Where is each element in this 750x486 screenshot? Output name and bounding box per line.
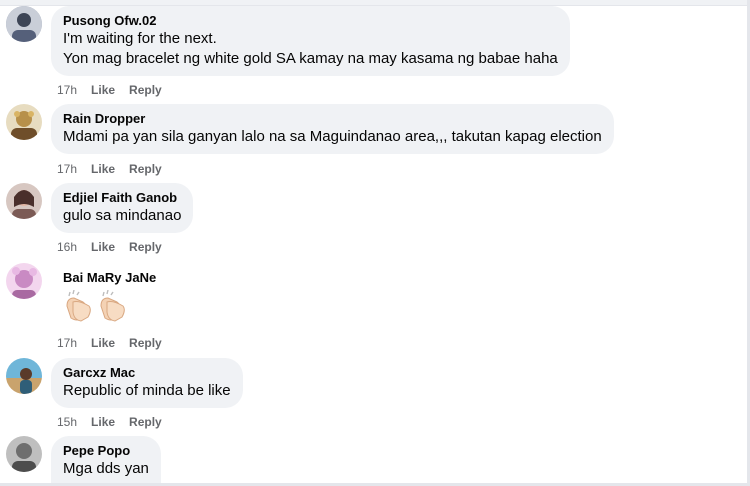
comment-text: Yon mag bracelet ng white gold SA kamay …	[63, 50, 558, 67]
commenter-name[interactable]: Bai MaRy JaNe	[63, 269, 156, 286]
reply-button[interactable]: Reply	[129, 415, 162, 429]
reply-button[interactable]: Reply	[129, 240, 162, 254]
comment-text: Republic of minda be like	[63, 382, 231, 399]
avatar[interactable]	[6, 263, 42, 299]
like-button[interactable]: Like	[91, 83, 115, 97]
comment-time[interactable]: 15h	[57, 415, 77, 429]
clapping-hands-icon	[66, 290, 91, 322]
user-avatar-icon	[6, 183, 42, 219]
commenter-name[interactable]: Rain Dropper	[63, 110, 602, 127]
reply-button[interactable]: Reply	[129, 336, 162, 350]
comment-actions: 15h Like Reply	[57, 415, 176, 429]
reply-button[interactable]: Reply	[129, 162, 162, 176]
comment-bubble: Edjiel Faith Ganob gulo sa mindanao	[51, 183, 194, 233]
avatar[interactable]	[6, 358, 42, 394]
clapping-hands-icon	[100, 290, 125, 322]
user-avatar-icon	[6, 263, 42, 299]
comment-bubble: Garcxz Mac Republic of minda be like	[51, 358, 243, 408]
commenter-name[interactable]: Pepe Popo	[63, 442, 149, 459]
comment-time[interactable]: 17h	[57, 336, 77, 350]
user-avatar-icon	[6, 104, 42, 140]
user-avatar-icon	[6, 6, 42, 42]
comment-time[interactable]: 17h	[57, 162, 77, 176]
comment-text: gulo sa mindanao	[63, 207, 182, 224]
commenter-name[interactable]: Garcxz Mac	[63, 364, 231, 381]
comment-actions: 16h Like Reply	[57, 240, 176, 254]
avatar[interactable]	[6, 183, 42, 219]
commenter-name[interactable]: Edjiel Faith Ganob	[63, 189, 181, 206]
avatar[interactable]	[6, 6, 42, 42]
like-button[interactable]: Like	[91, 336, 115, 350]
comment-actions: 17h Like Reply	[57, 83, 176, 97]
like-button[interactable]: Like	[91, 162, 115, 176]
comment-bubble: Pepe Popo Mga dds yan	[51, 436, 161, 486]
like-button[interactable]: Like	[91, 415, 115, 429]
avatar[interactable]	[6, 436, 42, 472]
comment-actions: 17h Like Reply	[57, 162, 176, 176]
comment-text: I'm waiting for the next.	[63, 30, 217, 47]
reply-button[interactable]: Reply	[129, 83, 162, 97]
comment-time[interactable]: 17h	[57, 83, 77, 97]
commenter-name[interactable]: Pusong Ofw.02	[63, 12, 558, 29]
comment-text: Mdami pa yan sila ganyan lalo na sa Magu…	[63, 128, 602, 145]
comment-bubble: Pusong Ofw.02 I'm waiting for the next. …	[51, 6, 570, 76]
comment-text: Mga dds yan	[63, 460, 149, 477]
emoji-reaction-row	[63, 290, 156, 322]
user-avatar-icon	[6, 358, 42, 394]
comment-bubble: Rain Dropper Mdami pa yan sila ganyan la…	[51, 104, 614, 154]
comment-time[interactable]: 16h	[57, 240, 77, 254]
like-button[interactable]: Like	[91, 240, 115, 254]
avatar[interactable]	[6, 104, 42, 140]
user-avatar-icon	[6, 436, 42, 472]
comment-actions: 17h Like Reply	[57, 336, 176, 350]
